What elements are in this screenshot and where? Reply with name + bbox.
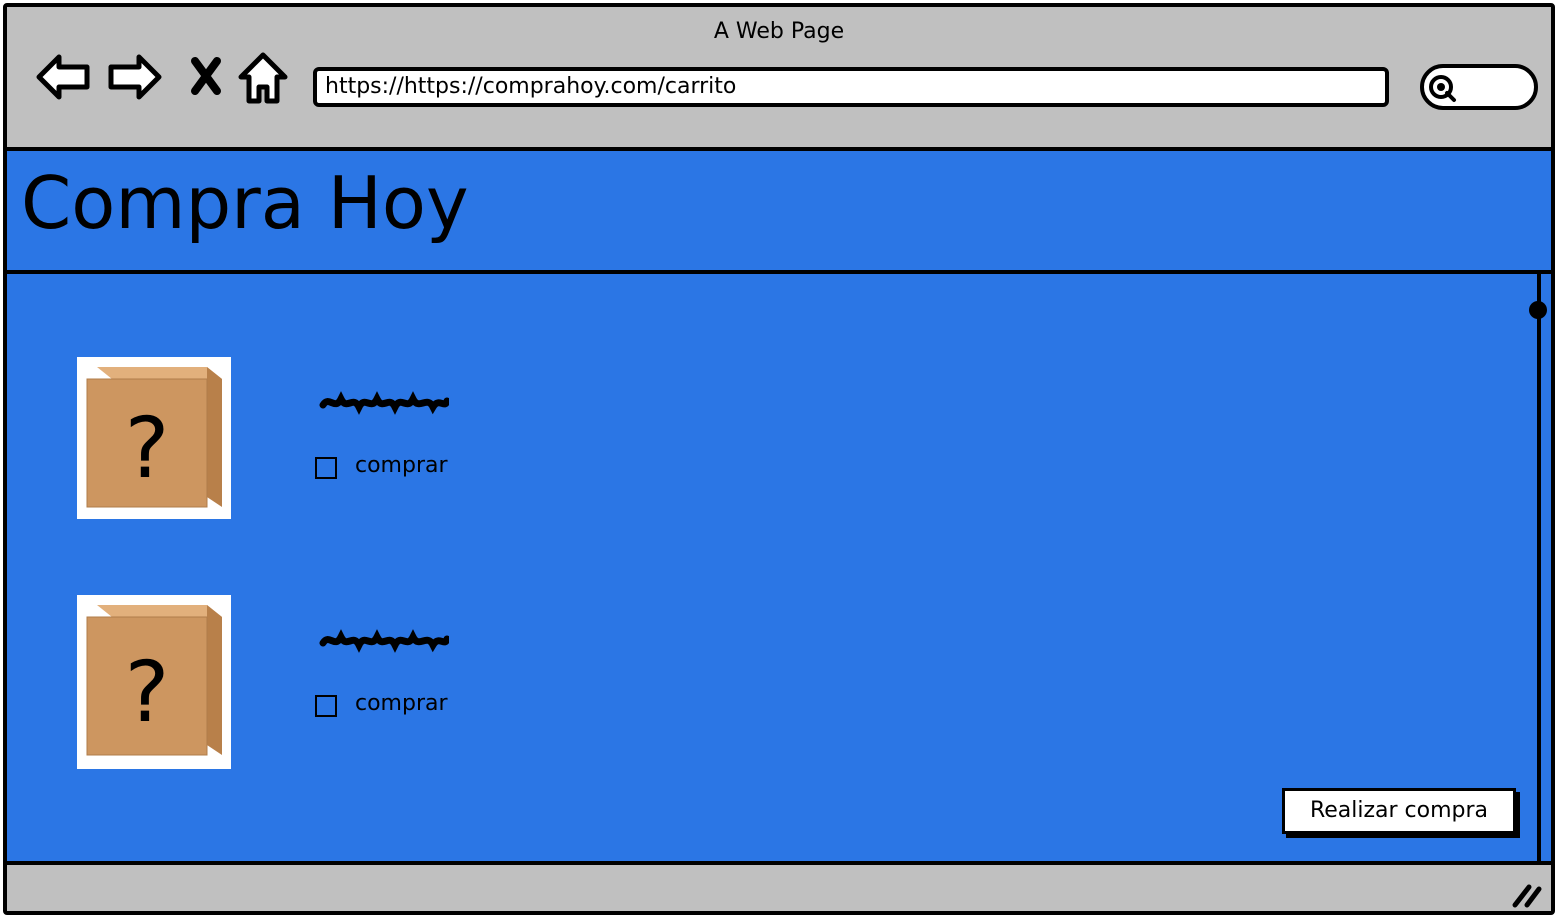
site-title: Compra Hoy [21, 161, 469, 245]
purchase-button[interactable]: Realizar compra [1282, 788, 1516, 834]
svg-text:?: ? [125, 643, 170, 741]
forward-arrow-icon[interactable] [107, 49, 163, 105]
browser-search-box[interactable] [1420, 64, 1538, 110]
checkbox-label: comprar [355, 691, 448, 716]
browser-window: A Web Page https://https://comprahoy.com… [3, 3, 1555, 915]
page-content: Compra Hoy ? comprar ? comprar Realizar … [7, 147, 1551, 867]
home-icon[interactable] [235, 49, 291, 105]
close-x-icon[interactable] [185, 49, 241, 105]
scrollbar-thumb[interactable] [1529, 301, 1547, 319]
checkbox-label: comprar [355, 453, 448, 478]
product-name-scribble [319, 629, 449, 653]
browser-toolbar: A Web Page https://https://comprahoy.com… [7, 7, 1551, 147]
product-name-scribble [319, 391, 449, 415]
buy-checkbox[interactable] [315, 695, 337, 717]
resize-grip-icon[interactable] [1511, 881, 1543, 909]
status-bar [7, 865, 1551, 911]
header-divider [7, 270, 1551, 274]
search-icon [1429, 75, 1456, 102]
address-bar[interactable]: https://https://comprahoy.com/carrito [313, 67, 1389, 107]
vertical-scrollbar[interactable] [1537, 273, 1541, 867]
product-image-box-question-icon: ? [77, 357, 231, 519]
product-image-box-question-icon: ? [77, 595, 231, 769]
svg-text:?: ? [125, 399, 170, 497]
window-title: A Web Page [713, 19, 845, 44]
buy-checkbox[interactable] [315, 457, 337, 479]
back-arrow-icon[interactable] [35, 49, 91, 105]
